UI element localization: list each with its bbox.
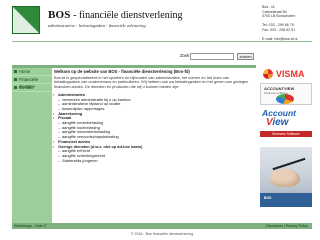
- photo-caption: BOS: [264, 196, 272, 200]
- sidebar-item-contact[interactable]: Contact: [12, 84, 52, 92]
- accountview-line2: View: [266, 118, 288, 128]
- footer-webdesign-link[interactable]: Webdesign - Host IT: [14, 223, 47, 229]
- bullet-icon: [14, 70, 17, 73]
- search-label: Zoek: [180, 53, 190, 58]
- sidebar-item-diensten[interactable]: Financiële diensten: [12, 76, 52, 89]
- logo-shape: [13, 7, 39, 33]
- sidebar-item-home[interactable]: Home: [12, 68, 52, 76]
- signing-photo-ad[interactable]: BOS: [260, 147, 312, 207]
- logo[interactable]: [12, 6, 40, 34]
- content-heading: Welkom op de website van BOS - financiël…: [54, 69, 190, 74]
- services-list: Administraties verwerken administratie b…: [52, 92, 255, 164]
- header-divider: [12, 41, 312, 42]
- main-content: Welkom op de website van BOS - financiël…: [52, 69, 255, 164]
- brand-title: BOS - financiële dienstverlening: [48, 9, 183, 21]
- sidebar-item-label: Contact: [19, 85, 34, 90]
- search-input[interactable]: [190, 53, 234, 60]
- company-suffix: - financiële dienstverlening: [70, 10, 183, 21]
- company-name: BOS: [48, 9, 71, 21]
- footer-links[interactable]: Disclaimer | Privacy Policy: [266, 223, 308, 229]
- accountview-small-ad[interactable]: ACCOUNTVIEW business software: [260, 83, 312, 105]
- accountview-iew: iew: [272, 117, 289, 128]
- bullet-icon: [14, 78, 17, 81]
- search-button[interactable]: zoeken: [237, 53, 254, 60]
- pie-chart-icon: [276, 94, 294, 104]
- sidebar-item-label: Home: [19, 69, 31, 74]
- list-item: Starterskits jongeren: [52, 158, 255, 164]
- visma-ad[interactable]: VISMA: [260, 67, 312, 81]
- ads-column: VISMA ACCOUNTVIEW business software Acco…: [260, 65, 312, 223]
- copyright: © 2016 - Bos financiële dienstverlening: [130, 232, 194, 236]
- contact-block: Bos - M. Cattoestraat 5b 3750 LB Bunscho…: [262, 5, 312, 42]
- hand-image: [270, 169, 300, 187]
- accountview-band: Business Software: [260, 131, 312, 137]
- page: BOS - financiële dienstverlening adminis…: [8, 3, 312, 236]
- accountview-ad[interactable]: Account View Business Software: [260, 109, 312, 145]
- sidebar: Home Financiële diensten Contact: [12, 68, 52, 223]
- visma-logo-icon: [263, 69, 273, 79]
- content-intro: Bos-fd is gespecialiseerd in het opzette…: [54, 74, 249, 90]
- visma-label: VISMA: [276, 69, 305, 79]
- bullet-icon: [14, 86, 17, 89]
- tagline: administratieve - belastingzaken - finan…: [48, 23, 146, 28]
